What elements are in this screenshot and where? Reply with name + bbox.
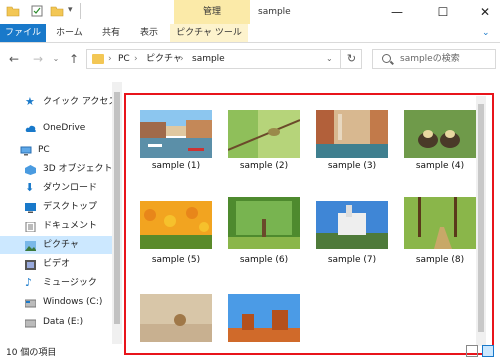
recent-locations-icon[interactable]: ⌄: [48, 51, 64, 67]
expand-ribbon-icon[interactable]: ⌄: [482, 28, 490, 38]
search-placeholder: sampleの検索: [400, 54, 460, 64]
tab-view[interactable]: 表示: [140, 24, 158, 42]
download-icon: ⬇: [25, 181, 35, 194]
quick-access-dropdown-icon[interactable]: ▾: [68, 5, 73, 15]
sidebar-item-videos[interactable]: ビデオ: [0, 255, 122, 273]
video-icon: [25, 259, 36, 270]
tab-picture-tools[interactable]: ピクチャ ツール: [170, 24, 248, 42]
desktop-icon: [25, 202, 36, 213]
up-button[interactable]: ↑: [66, 51, 82, 67]
document-icon: [25, 221, 36, 233]
forward-button[interactable]: →: [30, 51, 46, 67]
drive-icon: [24, 317, 37, 328]
sidebar-item-pictures[interactable]: ピクチャ: [0, 236, 122, 254]
drive-icon: [24, 297, 37, 308]
divider: [80, 3, 81, 19]
sidebar-item-documents[interactable]: ドキュメント: [0, 217, 122, 235]
address-dropdown-icon[interactable]: ⌄: [326, 54, 333, 63]
context-tab-header: 管理: [174, 0, 250, 24]
crumb-pictures[interactable]: ピクチャ: [146, 49, 182, 69]
crumb-separator: ›: [134, 54, 138, 64]
search-icon: [382, 54, 391, 63]
sidebar-item-3d-objects[interactable]: 3D オブジェクト: [0, 160, 122, 178]
tab-file[interactable]: ファイル: [0, 24, 46, 42]
sidebar-item-desktop[interactable]: デスクトップ: [0, 198, 122, 216]
sidebar-item-windows-c[interactable]: Windows (C:): [0, 293, 122, 311]
crumb-separator: ›: [180, 54, 184, 64]
tab-share[interactable]: 共有: [102, 24, 120, 42]
sidebar-item-data-e[interactable]: Data (E:): [0, 313, 122, 331]
back-button[interactable]: ←: [6, 51, 22, 67]
window-title: sample: [258, 7, 291, 17]
star-icon: ★: [25, 95, 35, 108]
title-bar: [0, 0, 500, 24]
details-view-icon[interactable]: [466, 345, 478, 357]
computer-icon: [20, 145, 32, 156]
crumb-separator: ›: [108, 54, 112, 64]
highlight-frame: [124, 93, 494, 355]
crumb-pc[interactable]: PC: [118, 49, 130, 69]
content-scrollbar-thumb[interactable]: [478, 104, 484, 332]
pictures-folder-icon: [92, 54, 104, 64]
properties-icon[interactable]: [30, 4, 44, 18]
cube-icon: [25, 164, 36, 175]
nav-scrollbar-thumb[interactable]: [114, 92, 120, 324]
status-item-count: 10 個の項目: [6, 348, 57, 358]
folder-icon: [6, 4, 20, 18]
minimize-button[interactable]: —: [382, 0, 412, 24]
sidebar-item-pc[interactable]: PC: [0, 141, 122, 159]
sidebar-item-music[interactable]: ♪ ミュージック: [0, 274, 122, 292]
maximize-button[interactable]: ☐: [428, 0, 458, 24]
new-folder-icon[interactable]: [50, 4, 64, 18]
large-icons-view-icon[interactable]: [482, 345, 494, 357]
tab-home[interactable]: ホーム: [56, 24, 83, 42]
sidebar-item-quick-access[interactable]: ★ クイック アクセス: [0, 93, 122, 111]
sidebar-item-downloads[interactable]: ⬇ ダウンロード: [0, 179, 122, 197]
crumb-sample[interactable]: sample: [192, 49, 225, 69]
sidebar-item-onedrive[interactable]: OneDrive: [0, 119, 122, 137]
refresh-button[interactable]: ↻: [340, 49, 362, 69]
pictures-icon: [25, 240, 36, 251]
music-icon: ♪: [25, 276, 33, 289]
close-button[interactable]: ✕: [470, 0, 500, 24]
cloud-icon: [25, 123, 36, 133]
